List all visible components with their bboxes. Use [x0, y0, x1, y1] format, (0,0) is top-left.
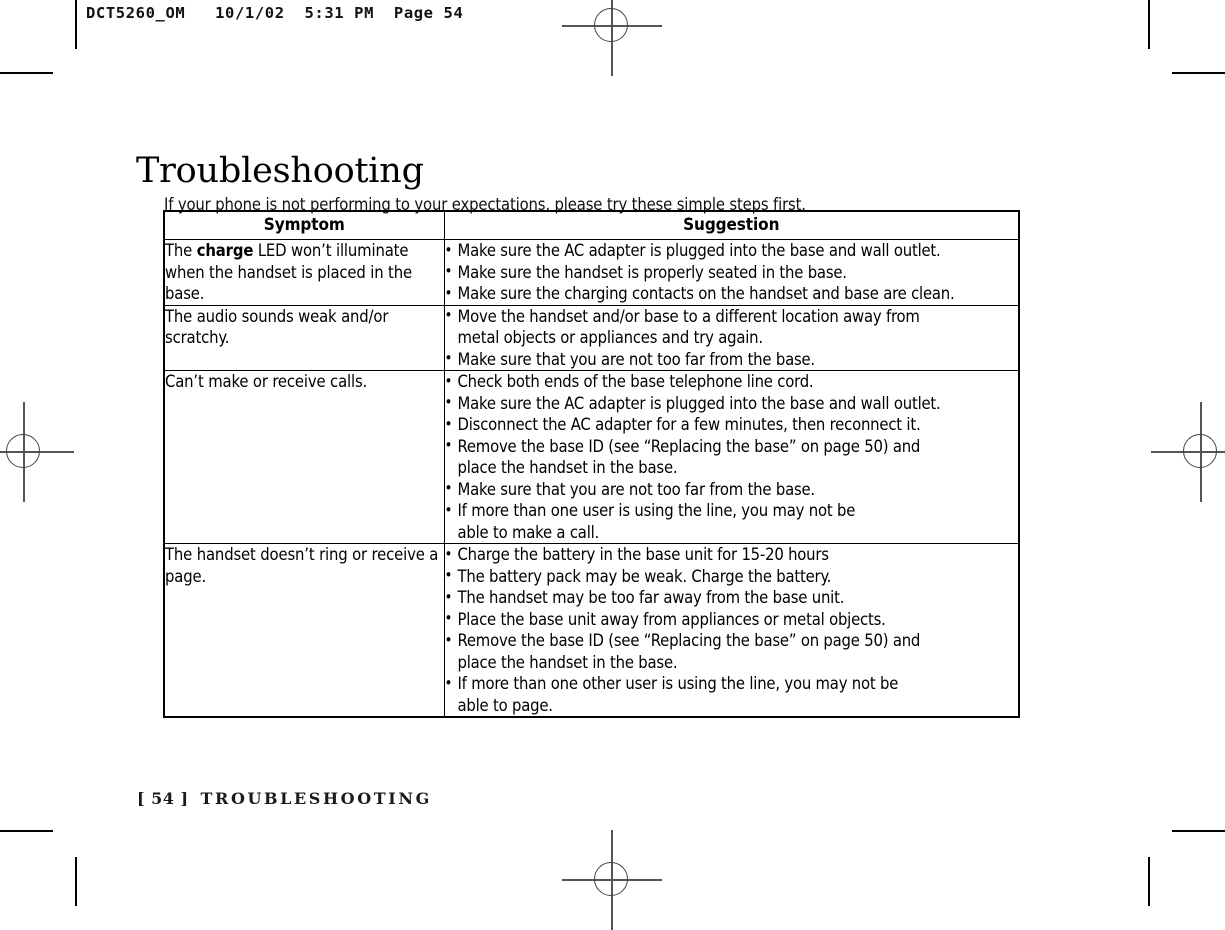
- table-row: Can’t make or receive calls. Check both e…: [163, 370, 1020, 544]
- suggestion-text-continued: place the handset in the base.: [457, 652, 678, 672]
- crop-mark-top-left-horizontal: [0, 72, 53, 74]
- column-header-suggestion: Suggestion: [443, 210, 1020, 240]
- suggestion-item: Move the handset and/or base to a differ…: [445, 305, 1019, 349]
- page-footer: [ 54 ] TROUBLESHOOTING: [137, 789, 432, 808]
- suggestion-text-continued: place the handset in the base.: [457, 458, 678, 477]
- column-header-symptom: Symptom: [163, 210, 445, 240]
- suggestion-item: Remove the base ID (see “Replacing the b…: [445, 435, 1019, 479]
- suggestion-text-continued: able to page.: [457, 695, 554, 715]
- suggestion-text: The battery pack may be weak. Charge the…: [457, 566, 832, 586]
- symptom-text-emphasis: charge: [196, 241, 254, 260]
- symptom-text-pre: The: [165, 241, 197, 260]
- troubleshooting-table: Symptom Suggestion The charge LED won’t …: [163, 210, 1020, 718]
- suggestion-item: Make sure that you are not too far from …: [445, 348, 1019, 371]
- suggestion-text: Make sure the AC adapter is plugged into…: [457, 393, 941, 413]
- suggestion-item: Make sure the AC adapter is plugged into…: [445, 392, 1019, 415]
- suggestion-text: Move the handset and/or base to a differ…: [457, 306, 920, 326]
- suggestion-text: Place the base unit away from appliances…: [457, 609, 886, 629]
- chapter-name: TROUBLESHOOTING: [200, 789, 432, 808]
- registration-mark-right-circle: [1183, 434, 1217, 468]
- suggestion-cell: Move the handset and/or base to a differ…: [443, 304, 1020, 371]
- registration-mark-top: [562, 0, 662, 76]
- suggestion-text: If more than one other user is using the…: [457, 674, 899, 693]
- suggestion-text: Remove the base ID (see “Replacing the b…: [457, 631, 921, 650]
- suggestion-item: Disconnect the AC adapter for a few minu…: [445, 414, 1019, 436]
- crop-mark-bottom-right-vertical: [1148, 857, 1150, 906]
- page-title: Troubleshooting: [136, 151, 424, 192]
- page-number: [ 54 ]: [137, 789, 189, 808]
- registration-mark-top-circle: [594, 8, 628, 42]
- page-slug: DCT5260_OM 10/1/02 5:31 PM Page 54: [86, 4, 464, 22]
- table-body: The charge LED won’t illuminate when the…: [163, 239, 1020, 718]
- suggestion-text: Make sure that you are not too far from …: [457, 479, 816, 499]
- table-row: The charge LED won’t illuminate when the…: [163, 239, 1020, 306]
- table-row: The handset doesn’t ring or receive a pa…: [163, 543, 1020, 718]
- suggestion-text: Disconnect the AC adapter for a few minu…: [457, 415, 921, 434]
- suggestion-text: Make sure the charging contacts on the h…: [457, 284, 955, 303]
- registration-mark-bottom: [562, 830, 662, 930]
- suggestion-text: If more than one user is using the line,…: [457, 501, 856, 520]
- symptom-text: The audio sounds weak and/or scratchy.: [165, 306, 389, 348]
- symptom-text: Can’t make or receive calls.: [165, 372, 368, 391]
- suggestion-item: Place the base unit away from appliances…: [445, 608, 1019, 631]
- table-header-row: Symptom Suggestion: [163, 210, 1020, 240]
- crop-mark-top-left-vertical: [75, 0, 77, 49]
- suggestion-item: Make sure the AC adapter is plugged into…: [445, 240, 1019, 262]
- suggestion-item: Make sure that you are not too far from …: [445, 478, 1019, 501]
- suggestion-text-continued: able to make a call.: [457, 522, 600, 542]
- suggestion-text: Make sure that you are not too far from …: [457, 349, 816, 369]
- suggestion-item: The battery pack may be weak. Charge the…: [445, 565, 1019, 588]
- crop-mark-bottom-left-vertical: [75, 857, 77, 906]
- suggestion-item: Check both ends of the base telephone li…: [445, 371, 1019, 393]
- suggestion-item: If more than one other user is using the…: [445, 673, 1019, 716]
- suggestion-list: Make sure the AC adapter is plugged into…: [445, 240, 1019, 305]
- crop-mark-top-right-vertical: [1148, 0, 1150, 49]
- registration-mark-left-circle: [6, 434, 40, 468]
- table-head: Symptom Suggestion: [163, 210, 1020, 240]
- suggestion-item: Make sure the handset is properly seated…: [445, 261, 1019, 284]
- suggestion-item: If more than one user is using the line,…: [445, 500, 1019, 543]
- registration-mark-bottom-circle: [594, 862, 628, 896]
- suggestion-item: Make sure the charging contacts on the h…: [445, 283, 1019, 305]
- crop-mark-top-right-horizontal: [1172, 72, 1225, 74]
- table-row: The audio sounds weak and/or scratchy. Mo…: [163, 304, 1020, 371]
- symptom-cell: Can’t make or receive calls.: [163, 370, 445, 544]
- crop-mark-bottom-left-horizontal: [0, 830, 53, 832]
- suggestion-list: Charge the battery in the base unit for …: [445, 544, 1019, 716]
- crop-mark-bottom-right-horizontal: [1172, 830, 1225, 832]
- suggestion-text-continued: metal objects or appliances and try agai…: [457, 328, 764, 347]
- suggestion-cell: Make sure the AC adapter is plugged into…: [443, 239, 1020, 306]
- suggestion-text: Charge the battery in the base unit for …: [457, 545, 830, 564]
- suggestion-list: Check both ends of the base telephone li…: [445, 371, 1019, 543]
- suggestion-cell: Charge the battery in the base unit for …: [443, 543, 1020, 718]
- suggestion-text: The handset may be too far away from the…: [457, 588, 845, 607]
- suggestion-cell: Check both ends of the base telephone li…: [443, 370, 1020, 544]
- symptom-text: The handset doesn’t ring or receive a pa…: [165, 545, 439, 586]
- symptom-cell: The audio sounds weak and/or scratchy.: [163, 304, 445, 371]
- suggestion-text: Make sure the handset is properly seated…: [457, 262, 848, 282]
- suggestion-list: Move the handset and/or base to a differ…: [445, 305, 1019, 371]
- symptom-cell: The handset doesn’t ring or receive a pa…: [163, 543, 445, 718]
- suggestion-item: Remove the base ID (see “Replacing the b…: [445, 630, 1019, 673]
- suggestion-text: Make sure the AC adapter is plugged into…: [457, 241, 941, 260]
- suggestion-text: Check both ends of the base telephone li…: [457, 372, 814, 391]
- suggestion-item: Charge the battery in the base unit for …: [445, 544, 1019, 566]
- suggestion-item: The handset may be too far away from the…: [445, 587, 1019, 609]
- symptom-cell: The charge LED won’t illuminate when the…: [163, 239, 445, 306]
- registration-mark-left: [0, 402, 74, 502]
- registration-mark-right: [1151, 402, 1225, 502]
- suggestion-text: Remove the base ID (see “Replacing the b…: [457, 436, 921, 456]
